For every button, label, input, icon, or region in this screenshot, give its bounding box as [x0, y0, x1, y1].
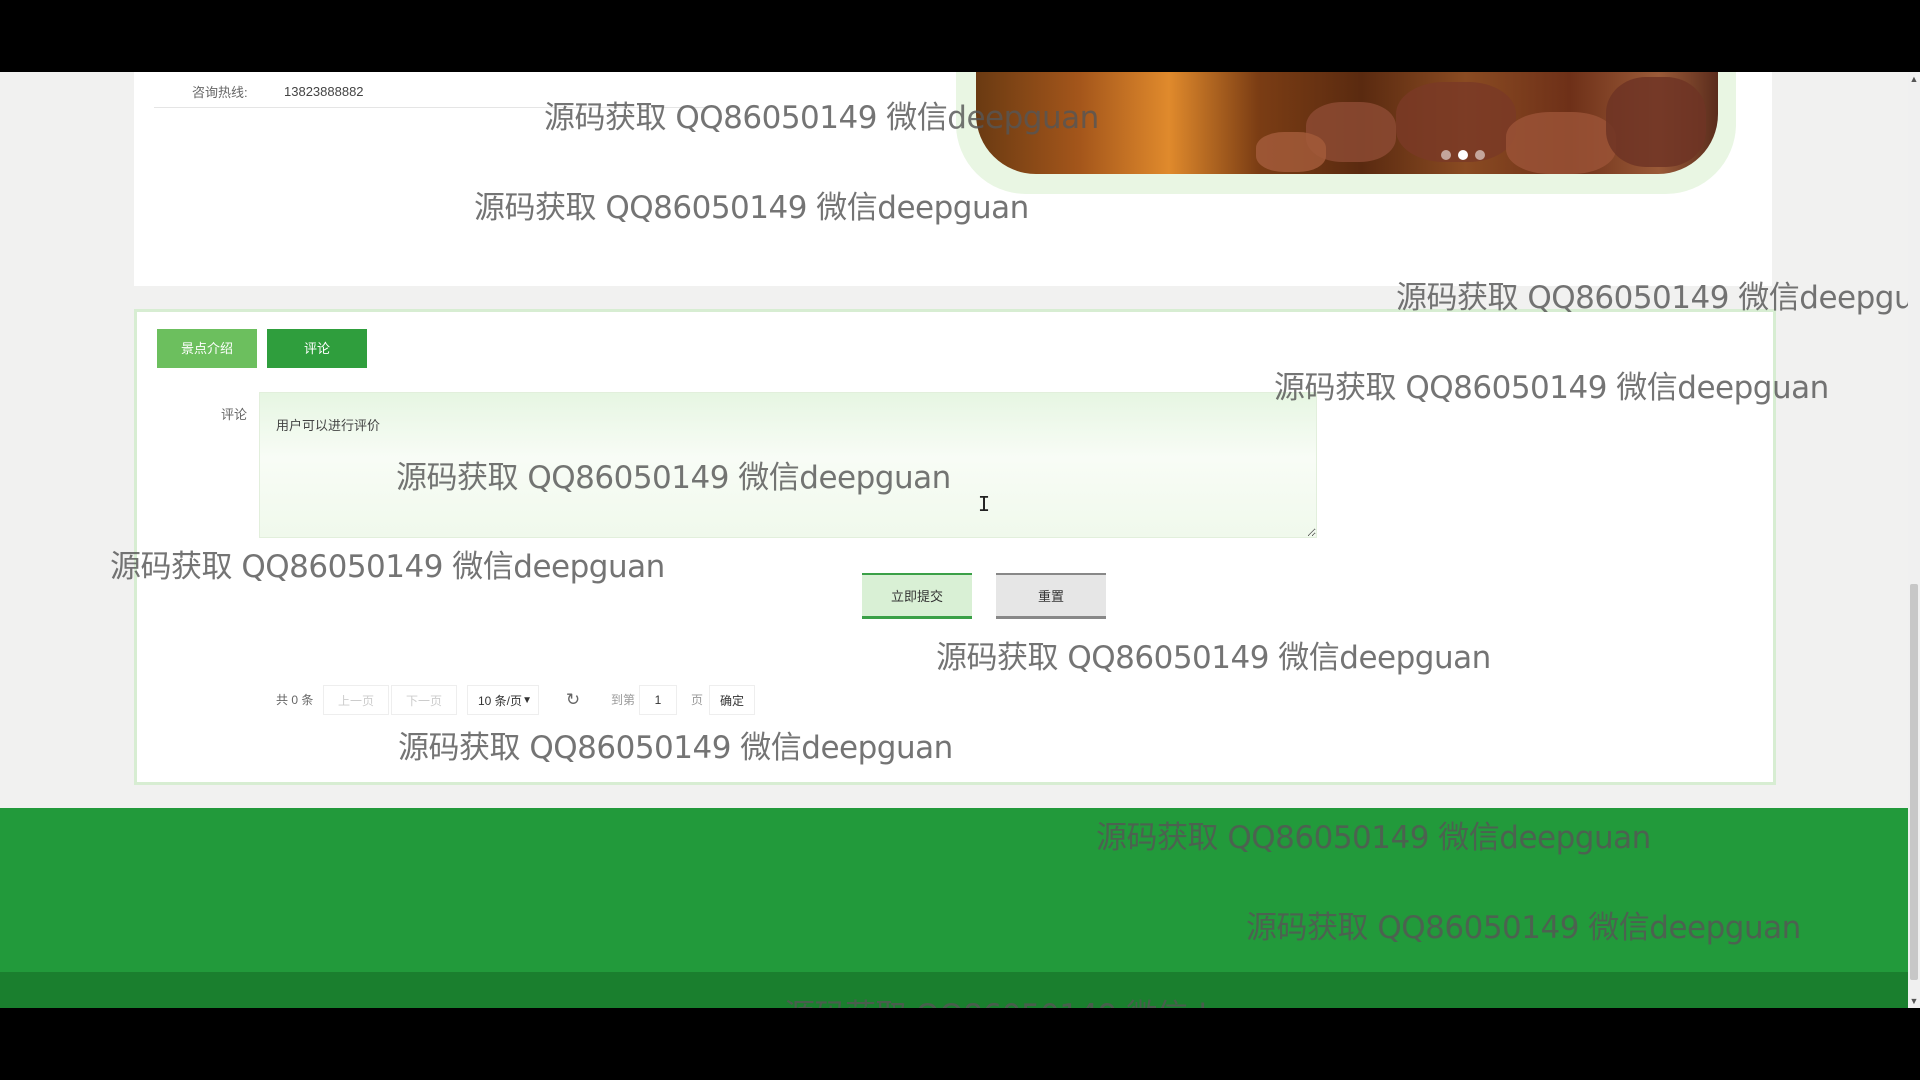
hotline-label: 咨询热线:	[192, 85, 248, 100]
tab-spot-intro[interactable]: 景点介绍	[157, 329, 257, 368]
page-size-select[interactable]: 10 条/页 ▼	[467, 685, 539, 715]
watermark: 源码获取 QQ86050149 微信deepguan	[544, 100, 1099, 136]
pagination-total: 共 0 条	[276, 693, 314, 707]
watermark: 源码获取 QQ86050149 微信deepguan	[936, 640, 1491, 676]
carousel-dot[interactable]	[1475, 150, 1485, 160]
pagination: 共 0 条 上一页 下一页 10 条/页 ▼ ↻ 到第 页 确定	[137, 685, 1137, 715]
next-page-button[interactable]: 下一页	[391, 685, 457, 715]
scroll-up-icon[interactable]: ▲	[1908, 72, 1920, 86]
scroll-down-icon[interactable]: ▼	[1908, 994, 1920, 1008]
watermark: 源码获取 QQ86050149 微信deepguan	[398, 730, 953, 766]
browser-viewport: 咨询热线: 13823888882 景点介绍 评论 评论 立即提交 重置 共 0…	[0, 72, 1920, 1008]
watermark: 源码获取 QQ86050149 微信deepguan	[1396, 280, 1920, 316]
tab-comment[interactable]: 评论	[267, 329, 367, 368]
watermark: 源码获取 QQ86050149 微信deepguan	[474, 190, 1029, 226]
scrollbar-thumb[interactable]	[1910, 584, 1918, 980]
comment-field-label: 评论	[221, 407, 248, 422]
reset-button[interactable]: 重置	[996, 573, 1106, 619]
page-number-input[interactable]	[639, 685, 677, 715]
refresh-icon[interactable]: ↻	[563, 685, 583, 715]
text-cursor-icon: I	[978, 492, 991, 516]
video-letterbox-bottom	[0, 1008, 1920, 1080]
chevron-down-icon: ▼	[522, 695, 532, 706]
watermark: 源码获取 QQ86050149 微信deepguan	[396, 460, 951, 496]
watermark: 源码获取 QQ86050149 微信deepguan	[784, 990, 1339, 1008]
carousel-dot[interactable]	[1441, 150, 1451, 160]
prev-page-button[interactable]: 上一页	[323, 685, 389, 715]
video-letterbox-top	[0, 0, 1920, 72]
watermark: 源码获取 QQ86050149 微信deepguan	[110, 549, 665, 585]
page-unit-label: 页	[691, 693, 704, 707]
watermark: 源码获取 QQ86050149 微信deepguan	[1096, 820, 1651, 856]
goto-label: 到第	[611, 693, 636, 707]
page-scrollbar[interactable]: ▲ ▼	[1908, 72, 1920, 1008]
watermark: 源码获取 QQ86050149 微信deepguan	[1246, 910, 1801, 946]
confirm-page-button[interactable]: 确定	[709, 685, 755, 715]
hotline-value: 13823888882	[284, 84, 364, 99]
carousel-dot[interactable]	[1458, 150, 1468, 160]
submit-button[interactable]: 立即提交	[862, 573, 972, 619]
page-size-value: 10 条/页	[478, 694, 523, 708]
watermark: 源码获取 QQ86050149 微信deepguan	[1274, 370, 1829, 406]
